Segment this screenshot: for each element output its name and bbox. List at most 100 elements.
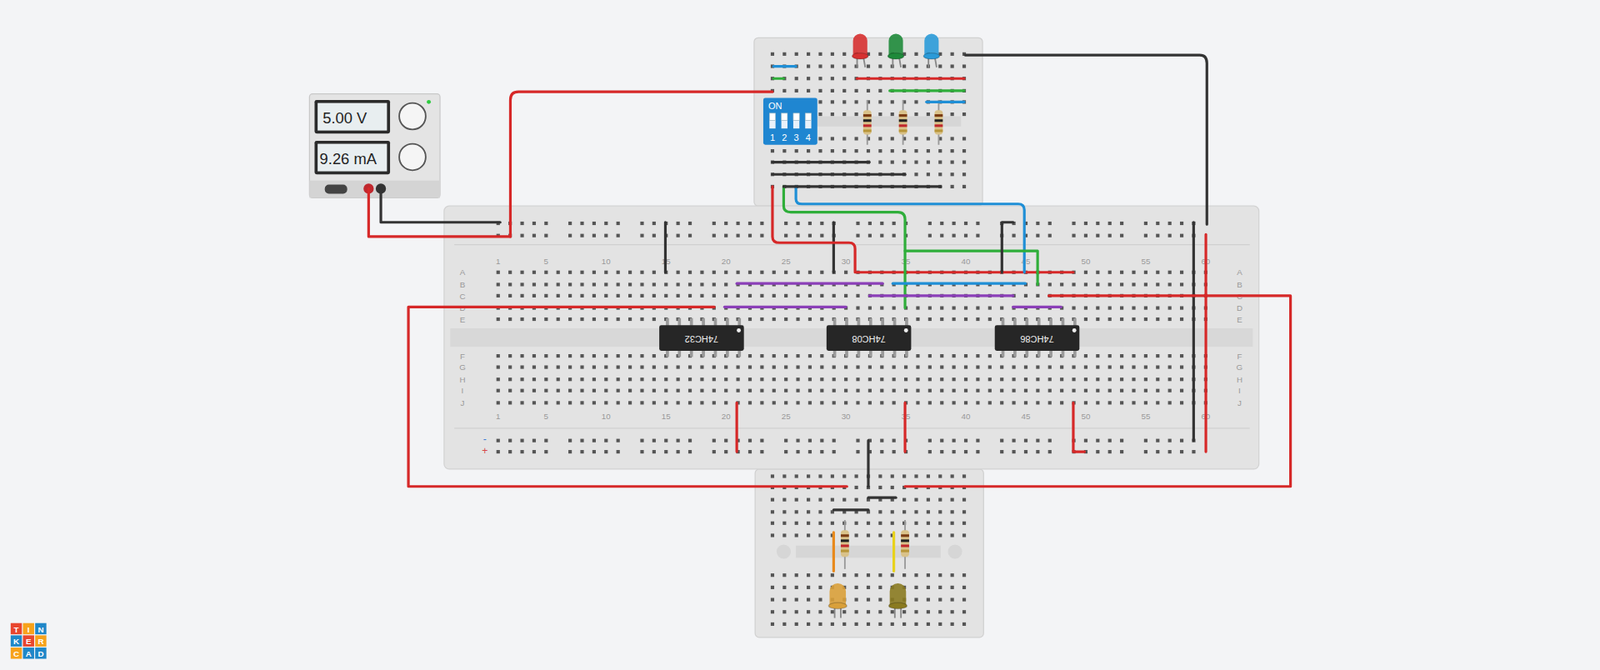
- wire[interactable]: [965, 55, 1207, 225]
- wire[interactable]: [510, 91, 773, 237]
- dip-switch[interactable]: ON1234: [763, 97, 818, 145]
- led[interactable]: [851, 33, 869, 67]
- wire[interactable]: [1192, 222, 1195, 441]
- wire[interactable]: [857, 77, 965, 80]
- dip-toggle[interactable]: [805, 113, 811, 121]
- power-toggle[interactable]: [325, 184, 348, 194]
- hole: [1144, 282, 1148, 286]
- rail-hole: [508, 450, 512, 454]
- current-knob[interactable]: [399, 144, 426, 171]
- hole: [952, 317, 956, 321]
- wire[interactable]: [833, 508, 869, 511]
- power-supply[interactable]: 5.00 V9.26 mA: [309, 94, 440, 199]
- wire[interactable]: [832, 222, 835, 273]
- hole: [842, 622, 846, 626]
- hole: [770, 510, 775, 514]
- hole: [520, 317, 524, 321]
- wire[interactable]: [905, 250, 1038, 285]
- led[interactable]: [828, 583, 847, 619]
- wire[interactable]: [735, 402, 739, 452]
- hole: [795, 76, 799, 80]
- wire[interactable]: [1001, 222, 1013, 273]
- wire[interactable]: [664, 222, 667, 273]
- rail-hole: [568, 450, 572, 454]
- hole: [1108, 377, 1112, 381]
- resistor[interactable]: [899, 100, 908, 145]
- wire[interactable]: [892, 282, 1025, 285]
- hole: [676, 294, 680, 298]
- wire[interactable]: [832, 532, 835, 572]
- rail-hole: [784, 439, 788, 443]
- hole: [1108, 400, 1112, 405]
- hole: [878, 597, 882, 601]
- wire[interactable]: [926, 100, 965, 104]
- hole: [640, 354, 644, 358]
- wire[interactable]: [868, 496, 896, 500]
- wire[interactable]: [772, 186, 1074, 273]
- dip-toggle[interactable]: [793, 113, 800, 121]
- wire[interactable]: [783, 185, 940, 188]
- ic-chip[interactable]: 74HC08: [826, 318, 912, 358]
- led[interactable]: [888, 583, 907, 619]
- top-breadboard-body: [754, 37, 983, 206]
- dip-toggle[interactable]: [769, 113, 775, 121]
- bottom-breadboard[interactable]: [755, 469, 984, 638]
- voltage-knob[interactable]: [399, 103, 426, 130]
- hole: [832, 294, 836, 298]
- wire[interactable]: [380, 188, 500, 222]
- resistor[interactable]: [863, 100, 872, 145]
- rail-hole: [496, 450, 500, 454]
- wire[interactable]: [795, 186, 1025, 273]
- logo-letter: T: [14, 625, 20, 635]
- chip-pin: [880, 318, 885, 327]
- tinkercad-canvas: 5.00 V9.26 mA115510101515202025253030353…: [0, 0, 1600, 670]
- top-breadboard[interactable]: [754, 37, 983, 206]
- wire[interactable]: [736, 282, 883, 285]
- rail-hole: [868, 221, 872, 225]
- resistor[interactable]: [840, 520, 850, 570]
- wire[interactable]: [890, 89, 965, 92]
- wire[interactable]: [892, 532, 895, 572]
- hole: [782, 89, 786, 93]
- hole: [748, 354, 752, 358]
- hole: [1048, 365, 1052, 369]
- hole: [556, 317, 560, 321]
- wire[interactable]: [368, 188, 510, 237]
- resistor[interactable]: [900, 520, 910, 570]
- ic-chip[interactable]: 74HC32: [659, 318, 745, 358]
- led[interactable]: [923, 33, 940, 67]
- dip-toggle[interactable]: [781, 113, 788, 121]
- hole: [616, 317, 620, 321]
- wire[interactable]: [903, 402, 906, 452]
- wire[interactable]: [773, 65, 796, 68]
- hole: [712, 270, 716, 275]
- hole: [820, 354, 824, 358]
- hole: [890, 485, 895, 490]
- hole: [832, 365, 836, 369]
- wire[interactable]: [772, 173, 905, 176]
- wire[interactable]: [866, 440, 870, 487]
- wire[interactable]: [869, 294, 1014, 297]
- led[interactable]: [887, 33, 905, 67]
- hole: [855, 89, 859, 93]
- wire[interactable]: [772, 160, 870, 164]
- main-breadboard[interactable]: 1155101015152020252530303535404045455050…: [444, 205, 1260, 470]
- hole: [496, 282, 500, 286]
- wire[interactable]: [408, 306, 847, 486]
- wire[interactable]: [1013, 305, 1062, 309]
- hole: [988, 305, 992, 310]
- rail-hole: [760, 450, 764, 454]
- hole: [712, 365, 716, 369]
- rail-hole: [604, 234, 608, 238]
- wire[interactable]: [1204, 234, 1207, 452]
- ic-chip[interactable]: 74HC86: [995, 318, 1080, 358]
- resistor[interactable]: [935, 100, 944, 145]
- wire[interactable]: [773, 77, 784, 80]
- hole: [784, 377, 788, 381]
- current-reading: 9.26 mA: [320, 150, 378, 168]
- wire[interactable]: [1073, 402, 1085, 452]
- tinkercad-logo[interactable]: TINKERCAD: [10, 623, 47, 660]
- hole: [1168, 400, 1172, 405]
- wire[interactable]: [724, 305, 846, 309]
- wire[interactable]: [905, 295, 1291, 487]
